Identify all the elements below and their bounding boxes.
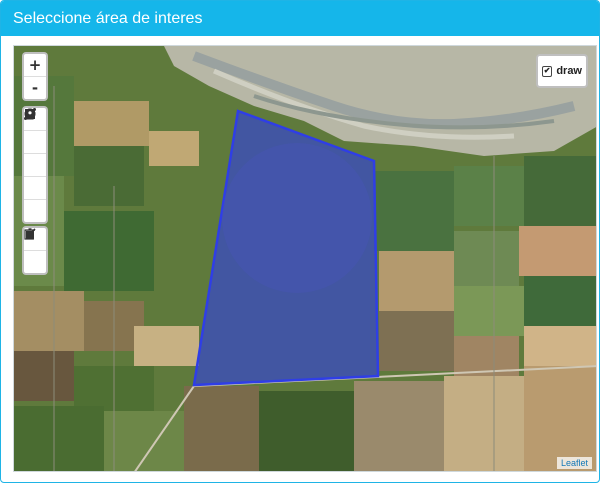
attribution: Leaflet	[556, 457, 592, 469]
panel-header: Seleccione área de interes	[1, 1, 599, 36]
draw-layer-checkbox[interactable]: ✔	[542, 65, 553, 77]
leaflet-attribution-link[interactable]: Leaflet	[561, 458, 588, 468]
layer-control[interactable]: ✔ draw	[536, 54, 588, 88]
draw-circle-button[interactable]	[24, 108, 46, 200]
draw-marker-button[interactable]	[24, 108, 46, 222]
zoom-out-button[interactable]: -	[24, 77, 46, 99]
delete-layers-button[interactable]	[24, 228, 46, 273]
draw-rectangle-button[interactable]	[24, 109, 46, 177]
edit-toolbar	[22, 226, 48, 275]
draw-toolbar	[22, 106, 48, 224]
map-panel: Seleccione área de interes + - ✔ draw Le…	[0, 0, 600, 483]
draw-layer-label: draw	[556, 65, 582, 77]
marker-icon	[25, 108, 35, 120]
panel-title: Seleccione área de interes	[13, 10, 203, 27]
zoom-control: + -	[22, 52, 48, 101]
map-view[interactable]: + - ✔ draw Leaflet	[13, 45, 597, 472]
satellite-imagery	[14, 46, 596, 471]
zoom-in-button[interactable]: +	[24, 54, 46, 77]
draw-polygon-button[interactable]	[24, 108, 46, 154]
trash-icon	[25, 228, 35, 240]
